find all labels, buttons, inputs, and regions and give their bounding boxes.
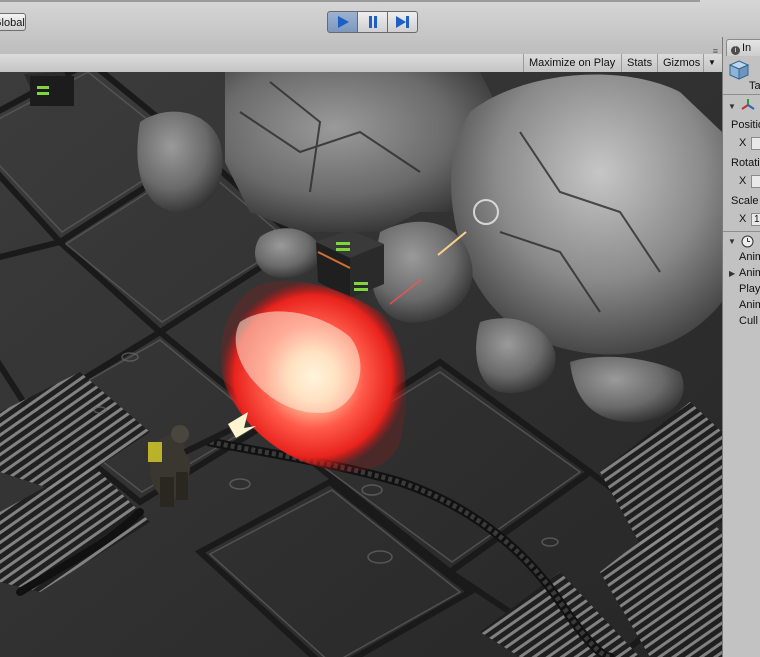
rotation-x-field[interactable]: [751, 175, 760, 188]
scale-label: Scale: [731, 195, 759, 207]
foldout-arrow-icon[interactable]: ▼: [728, 237, 736, 246]
toolbar-top-line: [0, 0, 760, 2]
separator: [723, 231, 760, 232]
rotation-label: Rotati: [731, 157, 760, 169]
maximize-on-play-toggle[interactable]: Maximize on Play: [523, 54, 620, 72]
animation-row: Play: [739, 283, 760, 295]
game-view-toolbar: ≡ Maximize on Play Stats Gizmos ▼: [0, 46, 722, 73]
pause-button[interactable]: [357, 11, 388, 33]
game-view-render[interactable]: [0, 72, 722, 657]
play-button[interactable]: [327, 11, 358, 33]
position-x-field[interactable]: [751, 137, 760, 150]
step-button[interactable]: [387, 11, 418, 33]
animation-row: Anim: [739, 267, 760, 279]
position-label: Positio: [731, 119, 760, 131]
separator: [723, 94, 760, 95]
play-controls: [327, 11, 418, 33]
gameobject-cube-icon: [728, 60, 750, 80]
tag-label: Ta: [749, 80, 760, 92]
inspector-tab-label: In: [742, 42, 752, 54]
gizmos-toggle[interactable]: Gizmos: [657, 54, 704, 72]
inspector-tab[interactable]: i In: [726, 39, 760, 56]
position-x-label: X: [739, 137, 747, 149]
clock-icon: [741, 235, 754, 248]
inspector-panel: iIn Ta ▼ Positio X Rotati X Scale X 1 ▼ …: [722, 37, 760, 657]
animation-row: Cull: [739, 315, 758, 327]
chevron-down-icon: ▼: [708, 58, 716, 67]
animation-row: Anim: [739, 251, 760, 263]
game-scene-image: [0, 72, 722, 657]
info-icon: i: [731, 46, 740, 55]
rotation-x-label: X: [739, 175, 747, 187]
scale-x-label: X: [739, 213, 747, 225]
gizmos-dropdown[interactable]: ▼: [703, 54, 722, 72]
expand-arrow-icon[interactable]: ▶: [729, 269, 735, 278]
crate-back: [24, 72, 74, 106]
transform-icon: [741, 99, 755, 110]
step-icon: [395, 16, 409, 28]
main-toolbar: Global: [0, 0, 760, 55]
scale-x-field[interactable]: 1: [751, 213, 760, 226]
pivot-rotation-toggle[interactable]: Global: [0, 13, 26, 31]
animation-row: Anim: [739, 299, 760, 311]
play-icon: [337, 16, 349, 28]
stats-toggle[interactable]: Stats: [621, 54, 657, 72]
pause-icon: [368, 16, 377, 28]
foldout-arrow-icon[interactable]: ▼: [728, 102, 736, 111]
